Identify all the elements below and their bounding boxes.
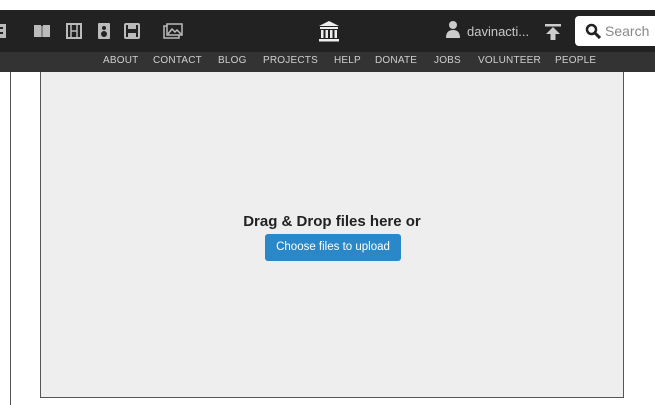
- audio-icon[interactable]: [97, 23, 113, 39]
- search-box[interactable]: [575, 16, 655, 46]
- texts-icon[interactable]: [33, 23, 50, 39]
- username-label: davinacti...: [467, 23, 530, 39]
- upload-icon[interactable]: [544, 23, 562, 41]
- nav-donate[interactable]: DONATE: [375, 55, 417, 66]
- file-dropzone[interactable]: Drag & Drop files here or Choose files t…: [40, 72, 624, 398]
- web-icon[interactable]: [0, 23, 8, 39]
- dropzone-instruction: Drag & Drop files here or: [243, 213, 421, 230]
- images-icon[interactable]: [163, 23, 183, 39]
- top-navigation-bar: davinacti...: [0, 10, 655, 52]
- secondary-navigation: ABOUT CONTACT BLOG PROJECTS HELP DONATE …: [0, 52, 655, 72]
- search-icon[interactable]: [585, 23, 602, 40]
- user-icon: [445, 20, 461, 43]
- nav-help[interactable]: HELP: [334, 55, 361, 66]
- nav-contact[interactable]: CONTACT: [153, 55, 202, 66]
- choose-files-button[interactable]: Choose files to upload: [265, 234, 401, 261]
- nav-about[interactable]: ABOUT: [103, 55, 138, 66]
- nav-projects[interactable]: PROJECTS: [263, 55, 318, 66]
- video-icon[interactable]: [66, 23, 82, 39]
- nav-jobs[interactable]: JOBS: [434, 55, 461, 66]
- page-left-border: [10, 72, 11, 405]
- nav-blog[interactable]: BLOG: [218, 55, 247, 66]
- search-input[interactable]: [605, 23, 655, 39]
- nav-volunteer[interactable]: VOLUNTEER: [478, 55, 541, 66]
- software-icon[interactable]: [124, 23, 140, 39]
- nav-people[interactable]: PEOPLE: [555, 55, 596, 66]
- archive-building-icon[interactable]: [318, 20, 340, 42]
- user-menu[interactable]: davinacti...: [445, 10, 529, 52]
